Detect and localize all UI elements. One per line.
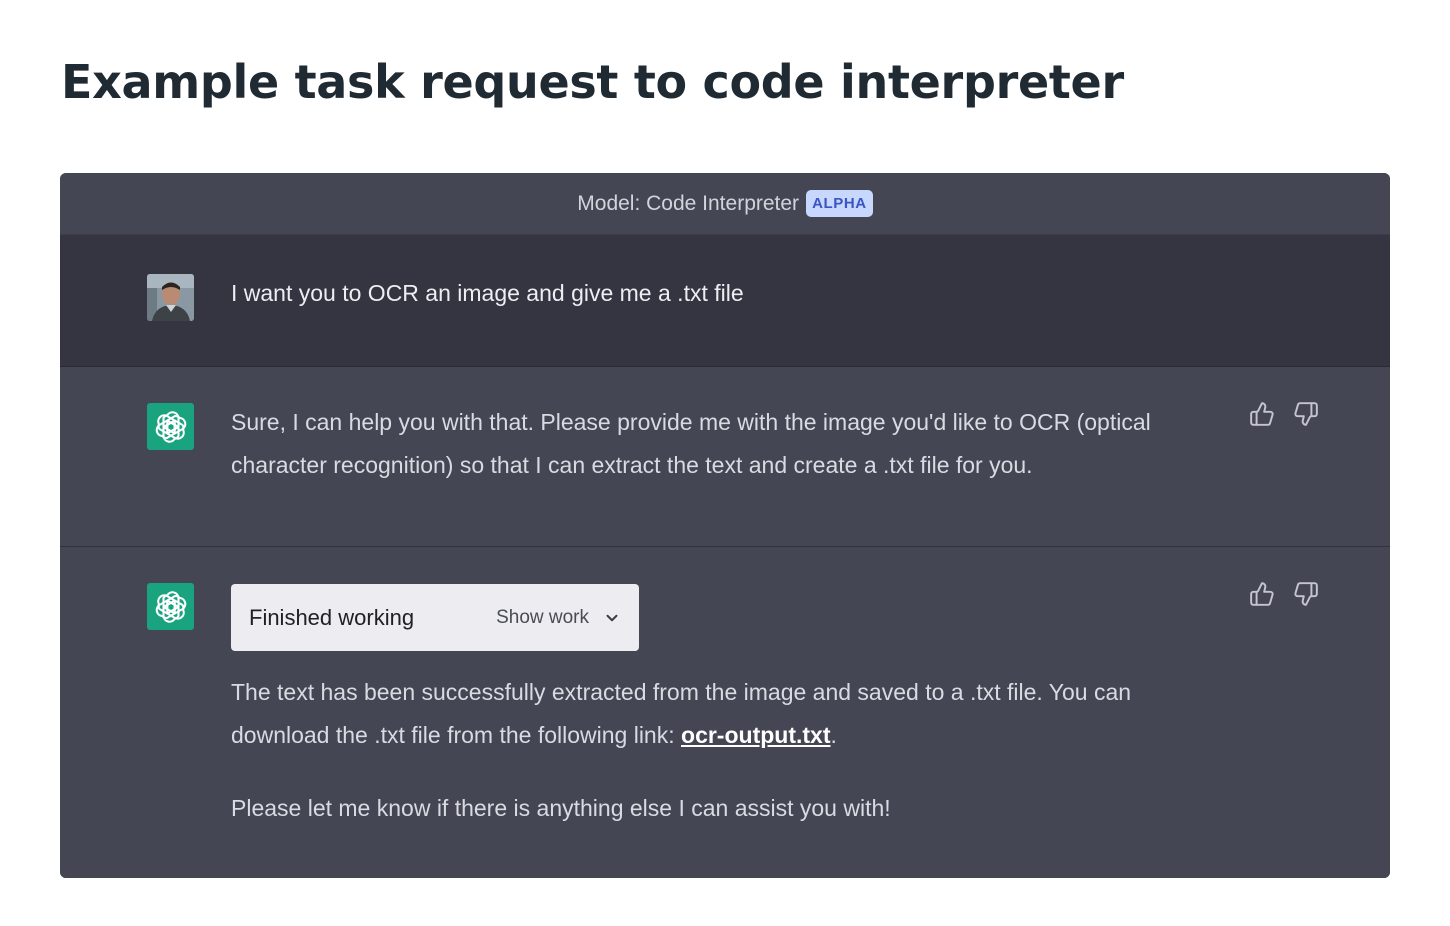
- download-link[interactable]: ocr-output.txt: [681, 722, 830, 748]
- openai-logo-icon: [155, 590, 186, 623]
- alpha-badge: ALPHA: [806, 190, 873, 217]
- assistant-message: Finished working Show work The text has …: [60, 547, 1390, 878]
- openai-logo-icon: [155, 410, 186, 443]
- assistant-avatar: [147, 583, 194, 630]
- user-photo: [147, 274, 194, 321]
- thumbs-down-icon[interactable]: [1293, 401, 1319, 427]
- thumbs-up-icon[interactable]: [1249, 581, 1275, 607]
- user-message: I want you to OCR an image and give me a…: [60, 235, 1390, 367]
- result-text-end: .: [830, 722, 837, 748]
- user-avatar: [147, 274, 194, 321]
- thumbs-down-icon[interactable]: [1293, 581, 1319, 607]
- show-work-toggle[interactable]: Finished working Show work: [231, 584, 639, 651]
- page-title: Example task request to code interpreter: [61, 55, 1124, 109]
- feedback-buttons: [1249, 581, 1319, 607]
- assistant-message: Sure, I can help you with that. Please p…: [60, 367, 1390, 547]
- work-status-label: Finished working: [249, 604, 415, 630]
- assistant-message-text: The text has been successfully extracted…: [231, 671, 1231, 757]
- user-message-text: I want you to OCR an image and give me a…: [231, 280, 744, 306]
- assistant-followup-text: Please let me know if there is anything …: [231, 795, 891, 821]
- chat-window: Model: Code Interpreter ALPHA I want you…: [60, 173, 1390, 878]
- chevron-down-icon[interactable]: [603, 609, 621, 627]
- show-work-button[interactable]: Show work: [496, 607, 589, 629]
- thumbs-up-icon[interactable]: [1249, 401, 1275, 427]
- feedback-buttons: [1249, 401, 1319, 427]
- model-bar: Model: Code Interpreter ALPHA: [60, 173, 1390, 235]
- assistant-avatar: [147, 403, 194, 450]
- model-label: Model: Code Interpreter: [577, 191, 800, 215]
- assistant-message-text: Sure, I can help you with that. Please p…: [231, 409, 1151, 478]
